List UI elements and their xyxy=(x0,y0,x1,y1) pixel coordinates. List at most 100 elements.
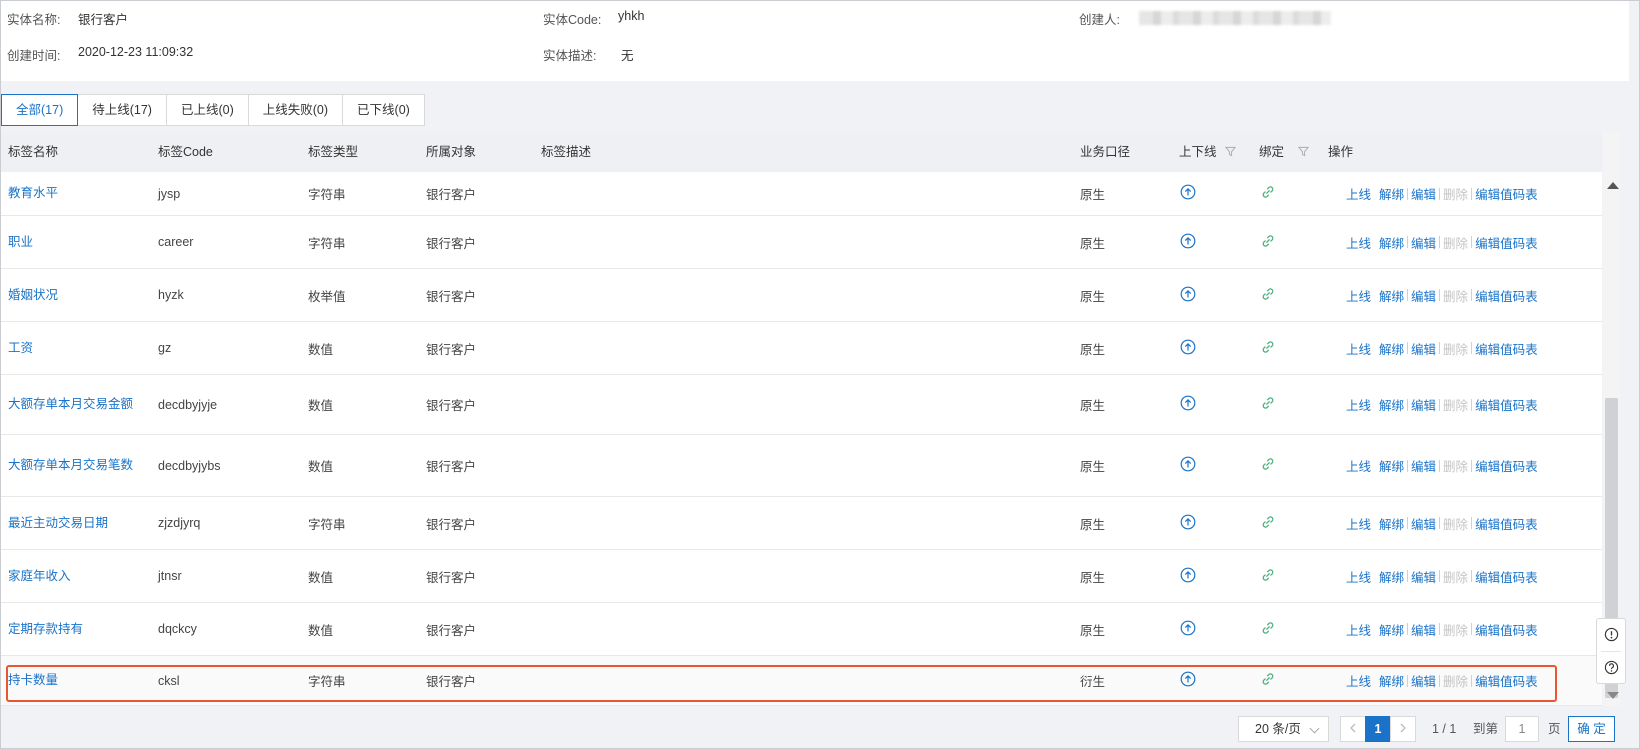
unbind-button[interactable]: 解绑 xyxy=(1379,395,1404,414)
scroll-down-arrow-icon[interactable] xyxy=(1607,692,1619,699)
online-button[interactable]: 上线 xyxy=(1346,286,1371,305)
edit-codes-button[interactable]: 编辑值码表 xyxy=(1475,456,1538,475)
edit-button[interactable]: 编辑 xyxy=(1411,286,1436,305)
tag-name-link[interactable]: 工资 xyxy=(8,339,138,358)
row-cell: 教育水平 xyxy=(8,172,138,215)
unbind-button[interactable]: 解绑 xyxy=(1379,184,1404,203)
info-icon[interactable] xyxy=(1604,627,1619,642)
edit-button[interactable]: 编辑 xyxy=(1411,514,1436,533)
tag-name-link[interactable]: 最近主动交易日期 xyxy=(8,514,138,533)
link-icon[interactable] xyxy=(1260,456,1276,472)
prev-page-button[interactable] xyxy=(1340,716,1366,742)
link-icon[interactable] xyxy=(1260,184,1276,200)
link-icon[interactable] xyxy=(1260,671,1276,687)
edit-button[interactable]: 编辑 xyxy=(1411,233,1436,252)
upload-online-icon[interactable] xyxy=(1180,514,1196,530)
online-button[interactable]: 上线 xyxy=(1346,514,1371,533)
page-1-button[interactable]: 1 xyxy=(1365,716,1391,742)
upload-online-icon[interactable] xyxy=(1180,567,1196,583)
tab-offline[interactable]: 已下线(0) xyxy=(342,94,425,126)
online-button[interactable]: 上线 xyxy=(1346,671,1371,690)
tag-name-link[interactable]: 教育水平 xyxy=(8,184,138,203)
unbind-button[interactable]: 解绑 xyxy=(1379,456,1404,475)
edit-codes-button[interactable]: 编辑值码表 xyxy=(1475,395,1538,414)
online-button[interactable]: 上线 xyxy=(1346,395,1371,414)
unbind-button[interactable]: 解绑 xyxy=(1379,233,1404,252)
online-button[interactable]: 上线 xyxy=(1346,456,1371,475)
table-row: 工资 gz 数值 银行客户 原生 上线 解绑 编辑 删除 编辑值码表 xyxy=(1,322,1602,375)
tag-name-link[interactable]: 大额存单本月交易金额 xyxy=(8,395,138,414)
link-icon[interactable] xyxy=(1260,395,1276,411)
upload-online-icon[interactable] xyxy=(1180,184,1196,200)
next-page-button[interactable] xyxy=(1390,716,1416,742)
upload-online-icon[interactable] xyxy=(1180,233,1196,249)
tag-name-link[interactable]: 家庭年收入 xyxy=(8,567,138,586)
tab-online[interactable]: 已上线(0) xyxy=(165,94,249,126)
edit-button[interactable]: 编辑 xyxy=(1411,567,1436,586)
edit-codes-button[interactable]: 编辑值码表 xyxy=(1475,514,1538,533)
col-binding-label: 绑定 xyxy=(1259,145,1285,159)
online-button[interactable]: 上线 xyxy=(1346,339,1371,358)
upload-online-icon[interactable] xyxy=(1180,456,1196,472)
unbind-button[interactable]: 解绑 xyxy=(1379,567,1404,586)
biz-caliber: 原生 xyxy=(1080,570,1106,585)
ops-separator xyxy=(1439,187,1441,200)
confirm-goto-button[interactable]: 确 定 xyxy=(1568,716,1615,742)
tag-name-link[interactable]: 婚姻状况 xyxy=(8,286,138,305)
upload-online-icon[interactable] xyxy=(1180,395,1196,411)
link-icon[interactable] xyxy=(1260,339,1276,355)
unbind-button[interactable]: 解绑 xyxy=(1379,514,1404,533)
col-tag-name: 标签名称 xyxy=(8,145,59,159)
goto-page-input[interactable] xyxy=(1505,716,1539,742)
link-icon[interactable] xyxy=(1260,567,1276,583)
upload-online-icon[interactable] xyxy=(1180,339,1196,355)
ops-separator xyxy=(1471,289,1473,301)
edit-button[interactable]: 编辑 xyxy=(1411,671,1436,690)
tab-all[interactable]: 全部(17) xyxy=(1,94,79,126)
owner-object: 银行客户 xyxy=(426,342,477,357)
unbind-button[interactable]: 解绑 xyxy=(1379,286,1404,305)
tag-name-link[interactable]: 定期存款持有 xyxy=(8,620,138,639)
tag-name-link[interactable]: 大额存单本月交易笔数 xyxy=(8,456,138,475)
upload-online-icon[interactable] xyxy=(1180,286,1196,302)
upload-online-icon[interactable] xyxy=(1180,671,1196,687)
online-button[interactable]: 上线 xyxy=(1346,184,1371,203)
edit-codes-button[interactable]: 编辑值码表 xyxy=(1475,339,1538,358)
edit-button[interactable]: 编辑 xyxy=(1411,339,1436,358)
edit-button[interactable]: 编辑 xyxy=(1411,456,1436,475)
biz-caliber: 原生 xyxy=(1080,342,1106,357)
edit-codes-button[interactable]: 编辑值码表 xyxy=(1475,233,1538,252)
online-button[interactable]: 上线 xyxy=(1346,567,1371,586)
edit-codes-button[interactable]: 编辑值码表 xyxy=(1475,184,1538,203)
tab-online-failed[interactable]: 上线失败(0) xyxy=(247,94,344,126)
scroll-up-arrow-icon[interactable] xyxy=(1607,182,1619,189)
page-size-select[interactable]: 20 条/页 xyxy=(1238,716,1329,742)
tag-name-link[interactable]: 职业 xyxy=(8,233,138,252)
unbind-button[interactable]: 解绑 xyxy=(1379,620,1404,639)
edit-button[interactable]: 编辑 xyxy=(1411,184,1436,203)
edit-button[interactable]: 编辑 xyxy=(1411,620,1436,639)
edit-codes-button[interactable]: 编辑值码表 xyxy=(1475,567,1538,586)
tag-name-link[interactable]: 持卡数量 xyxy=(8,671,138,690)
edit-codes-button[interactable]: 编辑值码表 xyxy=(1475,286,1538,305)
link-icon[interactable] xyxy=(1260,620,1276,636)
filter-icon[interactable] xyxy=(1298,146,1310,157)
link-icon[interactable] xyxy=(1260,286,1276,302)
unbind-button[interactable]: 解绑 xyxy=(1379,671,1404,690)
link-icon[interactable] xyxy=(1260,514,1276,530)
online-button[interactable]: 上线 xyxy=(1346,620,1371,639)
online-button[interactable]: 上线 xyxy=(1346,233,1371,252)
upload-online-icon[interactable] xyxy=(1180,620,1196,636)
edit-codes-button[interactable]: 编辑值码表 xyxy=(1475,620,1538,639)
filter-icon[interactable] xyxy=(1224,146,1236,157)
link-icon[interactable] xyxy=(1260,233,1276,249)
unbind-button[interactable]: 解绑 xyxy=(1379,339,1404,358)
ops-separator xyxy=(1439,570,1441,582)
help-question-icon[interactable] xyxy=(1604,660,1619,675)
edit-codes-button[interactable]: 编辑值码表 xyxy=(1475,671,1538,690)
col-tag-desc: 标签描述 xyxy=(541,145,592,159)
edit-button[interactable]: 编辑 xyxy=(1411,395,1436,414)
ops-separator xyxy=(1407,623,1409,635)
tab-pending-online[interactable]: 待上线(17) xyxy=(77,94,167,126)
row-operations: 上线 解绑 编辑 删除 编辑值码表 xyxy=(1346,216,1538,268)
